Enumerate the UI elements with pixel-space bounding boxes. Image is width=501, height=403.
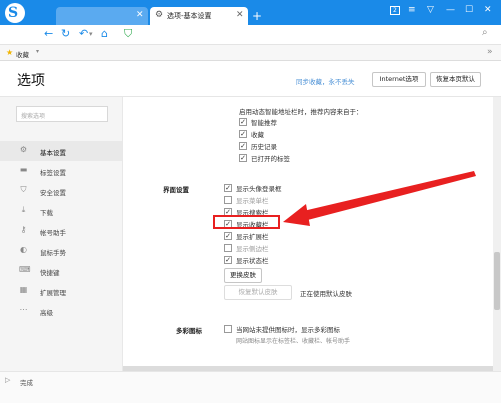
- vertical-scrollbar[interactable]: [493, 97, 501, 371]
- sidebar-toggle-icon[interactable]: ▷: [5, 376, 10, 384]
- scrollbar-thumb[interactable]: [494, 252, 500, 310]
- annotation-arrow: [283, 171, 476, 226]
- status-bar: ▷ 完成: [0, 371, 501, 403]
- arrow-shaft: [299, 171, 476, 222]
- arrow-head: [283, 204, 310, 226]
- status-text: 完成: [20, 379, 33, 387]
